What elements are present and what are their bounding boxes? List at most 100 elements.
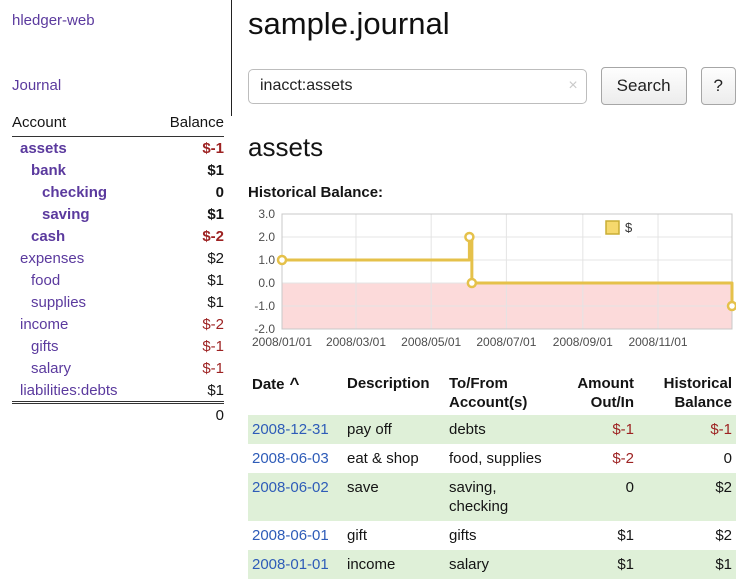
- accounts-header-balance: Balance: [152, 112, 224, 137]
- transaction-amount: $-1: [558, 415, 638, 444]
- accounts-header-account: Account: [12, 112, 152, 137]
- account-link[interactable]: cash: [12, 225, 152, 247]
- svg-text:2.0: 2.0: [258, 230, 275, 244]
- account-balance: $-1: [152, 137, 224, 160]
- sidebar: hledger-web Journal Account Balance asse…: [0, 0, 232, 582]
- register-header-row: Date ^ Description To/From Account(s) Amo…: [248, 371, 736, 415]
- account-row: assets$-1: [12, 137, 224, 160]
- account-link[interactable]: supplies: [12, 291, 152, 313]
- col-date-sortable[interactable]: Date ^: [248, 371, 343, 415]
- transaction-description: eat & shop: [343, 444, 445, 473]
- historical-balance-chart: 3.02.01.00.0-1.0-2.02008/01/012008/03/01…: [248, 208, 736, 363]
- svg-text:1.0: 1.0: [258, 253, 275, 267]
- col-description: Description: [343, 371, 445, 415]
- account-link[interactable]: saving: [12, 203, 152, 225]
- col-accounts: To/From Account(s): [445, 371, 558, 415]
- account-link[interactable]: assets: [12, 137, 152, 160]
- account-link[interactable]: salary: [12, 357, 152, 379]
- transaction-accounts: gifts: [445, 521, 558, 550]
- transaction-balance: $1: [638, 550, 736, 579]
- account-row: cash$-2: [12, 225, 224, 247]
- svg-text:2008/07/01: 2008/07/01: [476, 335, 536, 349]
- balance-chart-svg: 3.02.01.00.0-1.0-2.02008/01/012008/03/01…: [248, 208, 736, 358]
- svg-text:2008/11/01: 2008/11/01: [628, 335, 687, 349]
- transaction-date-link[interactable]: 2008-06-01: [248, 521, 343, 550]
- accounts-total-spacer: [12, 403, 152, 427]
- help-button[interactable]: ?: [701, 67, 736, 105]
- sort-asc-icon: ^: [290, 374, 300, 393]
- account-row: bank$1: [12, 159, 224, 181]
- account-balance: 0: [152, 181, 224, 203]
- transaction-accounts: saving, checking: [445, 473, 558, 521]
- transaction-accounts: food, supplies: [445, 444, 558, 473]
- transaction-description: gift: [343, 521, 445, 550]
- transaction-date-link[interactable]: 2008-12-31: [248, 415, 343, 444]
- transaction-amount: 0: [558, 473, 638, 521]
- svg-text:0.0: 0.0: [258, 276, 275, 290]
- nav-journal-link[interactable]: Journal: [12, 77, 232, 94]
- account-balance: $-2: [152, 313, 224, 335]
- svg-text:2008/01/01: 2008/01/01: [252, 335, 312, 349]
- transaction-balance: $-1: [638, 415, 736, 444]
- search-button[interactable]: Search: [601, 67, 687, 105]
- svg-text:2008/03/01: 2008/03/01: [326, 335, 386, 349]
- account-row: income$-2: [12, 313, 224, 335]
- register-row: 2008-12-31pay offdebts$-1$-1: [248, 415, 736, 444]
- transaction-amount: $-2: [558, 444, 638, 473]
- svg-text:-1.0: -1.0: [254, 299, 275, 313]
- account-row: saving$1: [12, 203, 224, 225]
- account-row: expenses$2: [12, 247, 224, 269]
- account-link[interactable]: gifts: [12, 335, 152, 357]
- account-heading: assets: [248, 132, 736, 163]
- accounts-header-row: Account Balance: [12, 112, 224, 137]
- app-title-link[interactable]: hledger-web: [12, 12, 232, 29]
- accounts-total-row: 0: [12, 403, 224, 427]
- page-title: sample.journal: [248, 6, 736, 42]
- account-balance: $1: [152, 269, 224, 291]
- transaction-date-link[interactable]: 2008-06-03: [248, 444, 343, 473]
- col-date-label: Date: [252, 376, 285, 393]
- svg-text:-2.0: -2.0: [254, 322, 275, 336]
- svg-text:2008/05/01: 2008/05/01: [401, 335, 461, 349]
- register-row: 2008-06-03eat & shopfood, supplies$-20: [248, 444, 736, 473]
- transaction-date-link[interactable]: 2008-01-01: [248, 550, 343, 579]
- data-point-marker: [728, 302, 736, 310]
- col-balance: Historical Balance: [638, 371, 736, 415]
- account-balance: $1: [152, 291, 224, 313]
- account-balance: $1: [152, 203, 224, 225]
- transaction-description: income: [343, 550, 445, 579]
- register-row: 2008-06-01giftgifts$1$2: [248, 521, 736, 550]
- transaction-date-link[interactable]: 2008-06-02: [248, 473, 343, 521]
- transaction-amount: $1: [558, 521, 638, 550]
- account-row: liabilities:debts$1: [12, 379, 224, 403]
- col-amount: Amount Out/In: [558, 371, 638, 415]
- chart-title: Historical Balance:: [248, 184, 736, 201]
- account-link[interactable]: income: [12, 313, 152, 335]
- svg-text:2008/09/01: 2008/09/01: [553, 335, 613, 349]
- account-link[interactable]: bank: [12, 159, 152, 181]
- transaction-balance: $2: [638, 521, 736, 550]
- account-balance: $1: [152, 159, 224, 181]
- account-row: supplies$1: [12, 291, 224, 313]
- account-balance: $-1: [152, 335, 224, 357]
- account-link[interactable]: food: [12, 269, 152, 291]
- legend-swatch-icon: [606, 221, 619, 234]
- search-form: × Search ?: [248, 67, 736, 105]
- search-box: ×: [248, 69, 587, 104]
- register-row: 2008-06-02savesaving, checking0$2: [248, 473, 736, 521]
- transaction-description: pay off: [343, 415, 445, 444]
- account-link[interactable]: liabilities:debts: [12, 379, 152, 403]
- accounts-table: Account Balance assets$-1bank$1checking0…: [12, 112, 224, 427]
- account-row: gifts$-1: [12, 335, 224, 357]
- transaction-description: save: [343, 473, 445, 521]
- account-link[interactable]: checking: [12, 181, 152, 203]
- sidebar-divider: [231, 0, 232, 116]
- transaction-accounts: salary: [445, 550, 558, 579]
- transaction-balance: 0: [638, 444, 736, 473]
- legend-label: $: [625, 220, 633, 235]
- account-link[interactable]: expenses: [12, 247, 152, 269]
- data-point-marker: [278, 256, 286, 264]
- search-input[interactable]: [248, 69, 587, 104]
- account-balance: $-1: [152, 357, 224, 379]
- clear-search-icon[interactable]: ×: [568, 77, 577, 95]
